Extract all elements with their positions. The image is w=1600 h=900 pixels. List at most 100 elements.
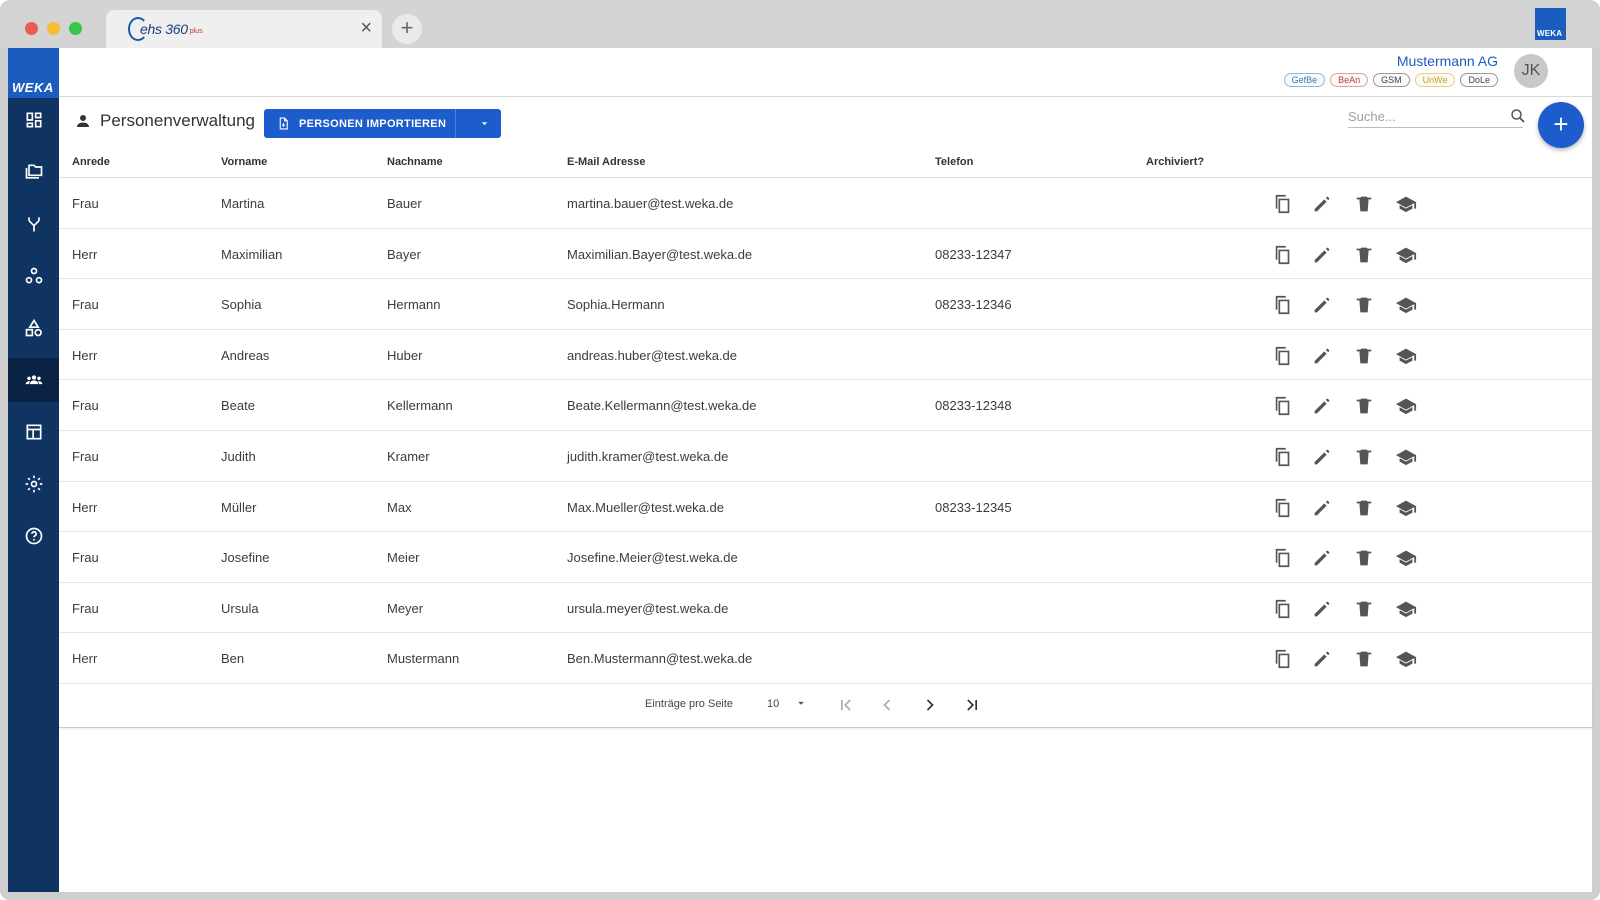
delete-button[interactable]	[1353, 395, 1375, 417]
training-button[interactable]	[1395, 547, 1417, 569]
cell-telefon: 08233-12346	[935, 297, 1012, 313]
sidebar-item-hierarchy[interactable]	[8, 254, 59, 298]
badge-unwe[interactable]: UnWe	[1414, 73, 1456, 87]
copy-button[interactable]	[1272, 244, 1294, 266]
training-button[interactable]	[1395, 244, 1417, 266]
edit-icon	[1314, 348, 1330, 364]
sidebar-item-settings[interactable]	[8, 462, 59, 506]
sidebar-item-people[interactable]	[8, 358, 59, 402]
edit-button[interactable]	[1311, 598, 1333, 620]
avatar[interactable]: JK	[1514, 54, 1548, 88]
edit-button[interactable]	[1311, 294, 1333, 316]
edit-button[interactable]	[1311, 547, 1333, 569]
edit-button[interactable]	[1311, 193, 1333, 215]
table-row[interactable]: Frau Josefine Meier Josefine.Meier@test.wek…	[59, 532, 1592, 583]
edit-button[interactable]	[1311, 446, 1333, 468]
search-input[interactable]	[1348, 106, 1523, 128]
delete-button[interactable]	[1353, 598, 1375, 620]
delete-button[interactable]	[1353, 497, 1375, 519]
first-page-button[interactable]	[836, 695, 856, 715]
delete-button[interactable]	[1353, 244, 1375, 266]
table-row[interactable]: Herr Müller Max Max.Mueller@test.weka.de 082…	[59, 482, 1592, 533]
delete-button[interactable]	[1353, 193, 1375, 215]
weka-logo[interactable]: WEKA	[8, 48, 59, 98]
close-window-button[interactable]	[25, 22, 38, 35]
hierarchy-icon	[25, 267, 42, 284]
cell-anrede: Herr	[72, 246, 98, 262]
copy-button[interactable]	[1272, 497, 1294, 519]
delete-button[interactable]	[1353, 446, 1375, 468]
copy-button[interactable]	[1272, 598, 1294, 620]
table-row[interactable]: Frau Beate Kellermann Beate.Kellermann@test…	[59, 380, 1592, 431]
edit-button[interactable]	[1311, 648, 1333, 670]
close-tab-icon[interactable]: ×	[360, 18, 372, 38]
cell-nachname: Meyer	[387, 600, 424, 616]
table-row[interactable]: Herr Andreas Huber andreas.huber@test.weka.…	[59, 330, 1592, 381]
edit-button[interactable]	[1311, 497, 1333, 519]
new-tab-button[interactable]: +	[392, 14, 422, 44]
column-nachname[interactable]: Nachname	[387, 156, 443, 168]
copy-button[interactable]	[1272, 395, 1294, 417]
training-button[interactable]	[1395, 648, 1417, 670]
delete-button[interactable]	[1353, 294, 1375, 316]
column-email[interactable]: E-Mail Adresse	[567, 156, 645, 168]
page-size-select[interactable]: 10	[767, 698, 779, 710]
table-row[interactable]: Herr Ben Mustermann Ben.Mustermann@test.wek…	[59, 633, 1592, 684]
badge-gefbe[interactable]: GefBe	[1283, 73, 1326, 87]
import-button-divider	[455, 109, 456, 138]
brand-label: WEKA	[12, 80, 54, 95]
maximize-window-button[interactable]	[69, 22, 82, 35]
copy-button[interactable]	[1272, 547, 1294, 569]
weka-extension-logo[interactable]: WEKA	[1535, 8, 1566, 40]
cell-vorname: Judith	[221, 448, 256, 464]
edit-button[interactable]	[1311, 395, 1333, 417]
delete-button[interactable]	[1353, 345, 1375, 367]
edit-button[interactable]	[1311, 244, 1333, 266]
training-button[interactable]	[1395, 598, 1417, 620]
minimize-window-button[interactable]	[47, 22, 60, 35]
sidebar-item-fork[interactable]	[8, 202, 59, 246]
copy-button[interactable]	[1272, 648, 1294, 670]
table-row[interactable]: Herr Maximilian Bayer Maximilian.Bayer@test…	[59, 229, 1592, 280]
page-size-caret-icon[interactable]	[794, 696, 808, 710]
table-row[interactable]: Frau Sophia Hermann Sophia.Hermann 08233-123…	[59, 279, 1592, 330]
search-icon[interactable]	[1509, 107, 1527, 125]
next-page-button[interactable]	[920, 695, 940, 715]
copy-button[interactable]	[1272, 294, 1294, 316]
column-vorname[interactable]: Vorname	[221, 156, 267, 168]
last-page-button[interactable]	[962, 695, 982, 715]
previous-page-button[interactable]	[877, 695, 897, 715]
column-anrede[interactable]: Anrede	[72, 156, 110, 168]
training-button[interactable]	[1395, 446, 1417, 468]
column-telefon[interactable]: Telefon	[935, 156, 973, 168]
table-row[interactable]: Frau Judith Kramer judith.kramer@test.weka.…	[59, 431, 1592, 482]
delete-button[interactable]	[1353, 547, 1375, 569]
column-archiviert[interactable]: Archiviert?	[1146, 156, 1204, 168]
training-button[interactable]	[1395, 294, 1417, 316]
sidebar-item-folders[interactable]	[8, 150, 59, 194]
copy-button[interactable]	[1272, 193, 1294, 215]
copy-button[interactable]	[1272, 345, 1294, 367]
add-person-button[interactable]: +	[1538, 102, 1584, 148]
table-row[interactable]: Frau Martina Bauer martina.bauer@test.weka.…	[59, 178, 1592, 229]
sidebar-item-table[interactable]	[8, 410, 59, 454]
company-name[interactable]: Mustermann AG	[1397, 53, 1498, 69]
import-persons-button[interactable]: PERSONEN IMPORTIEREN	[264, 109, 501, 138]
copy-button[interactable]	[1272, 446, 1294, 468]
badge-dole[interactable]: DoLe	[1460, 73, 1498, 87]
import-dropdown-toggle[interactable]	[463, 109, 501, 138]
sidebar-item-help[interactable]	[8, 514, 59, 558]
badge-gsm[interactable]: GSM	[1373, 73, 1410, 87]
table-row[interactable]: Frau Ursula Meyer ursula.meyer@test.weka.de	[59, 583, 1592, 634]
sidebar-item-shapes[interactable]	[8, 306, 59, 350]
browser-tab[interactable]: ehs 360 plus ×	[106, 10, 382, 48]
training-button[interactable]	[1395, 395, 1417, 417]
edit-button[interactable]	[1311, 345, 1333, 367]
delete-button[interactable]	[1353, 648, 1375, 670]
training-button[interactable]	[1395, 497, 1417, 519]
badge-bean[interactable]: BeAn	[1330, 73, 1369, 87]
training-button[interactable]	[1395, 345, 1417, 367]
cell-anrede: Frau	[72, 600, 99, 616]
sidebar-item-dashboard[interactable]	[8, 98, 59, 142]
training-button[interactable]	[1395, 193, 1417, 215]
